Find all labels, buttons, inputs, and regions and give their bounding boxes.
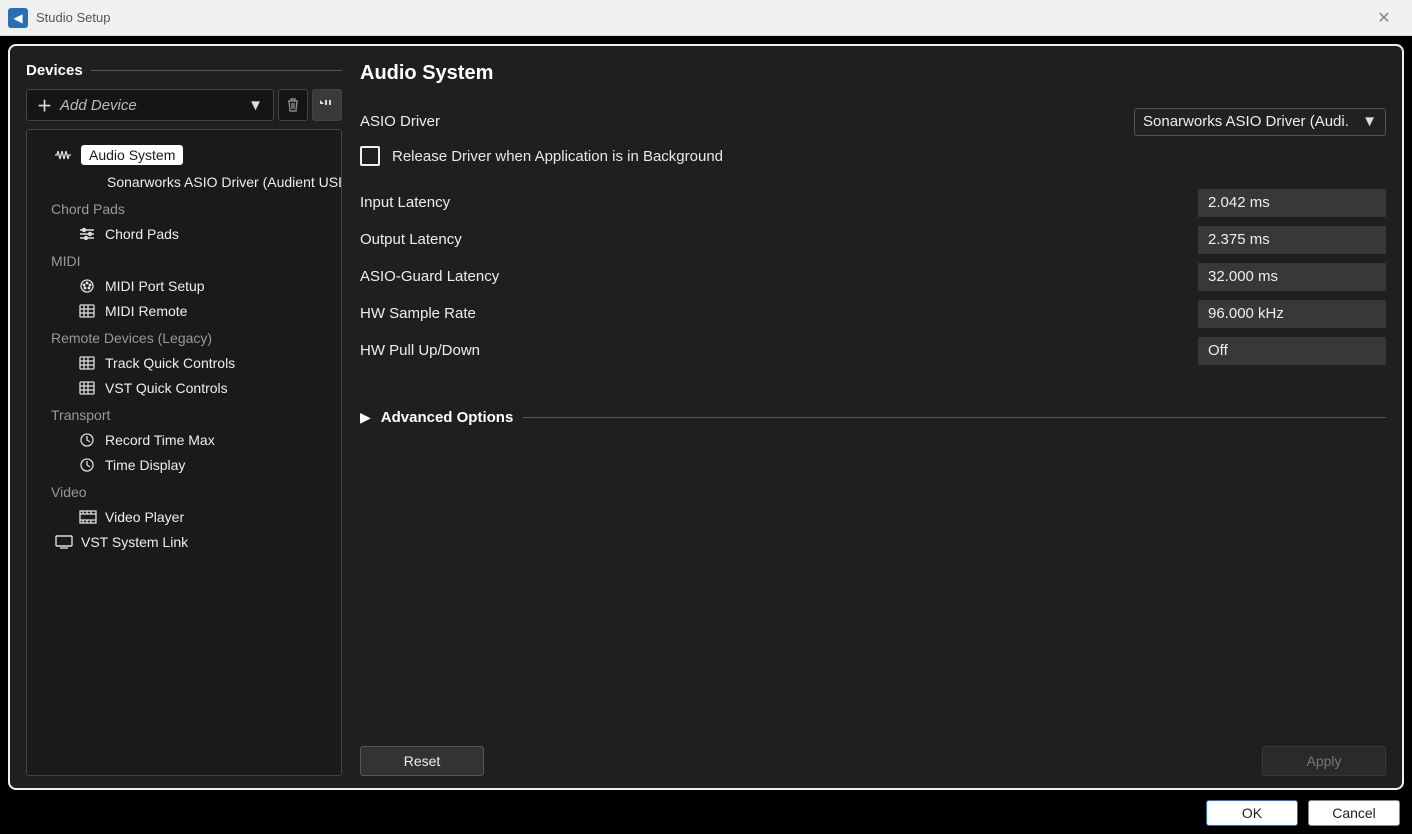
tree-item-midi-remote[interactable]: MIDI Remote — [31, 299, 337, 323]
main-content: Audio System ASIO Driver Sonarworks ASIO… — [360, 62, 1386, 776]
close-button[interactable]: ✕ — [1364, 6, 1404, 30]
pull-label: HW Pull Up/Down — [360, 342, 480, 359]
input-latency-label: Input Latency — [360, 194, 450, 211]
apply-button: Apply — [1262, 746, 1386, 776]
tree-item-label: VST System Link — [81, 534, 188, 550]
sample-rate-value: 96.000 kHz — [1198, 300, 1386, 328]
divider — [91, 70, 342, 71]
grid-icon — [79, 304, 97, 318]
monitor-icon — [55, 535, 73, 549]
sidebar: Devices ＋ Add Device ▼ — [26, 62, 342, 776]
trash-icon — [286, 97, 300, 113]
tree-group-chord-pads: Chord Pads — [27, 195, 341, 221]
midi-port-icon — [79, 278, 97, 294]
tree-item-label: Record Time Max — [105, 432, 215, 448]
sliders-icon — [79, 227, 97, 241]
tree-item-label: Audio System — [81, 145, 183, 165]
tree-item-label: Sonarworks ASIO Driver (Audient USB — [107, 174, 342, 190]
cancel-button[interactable]: Cancel — [1308, 800, 1400, 826]
tree-item-audio-system[interactable]: Audio System — [31, 141, 337, 169]
sample-rate-label: HW Sample Rate — [360, 305, 476, 322]
tree-item-label: Track Quick Controls — [105, 355, 235, 371]
pull-value: Off — [1198, 337, 1386, 365]
delete-button[interactable] — [278, 89, 308, 121]
chevron-down-icon: ▼ — [1362, 113, 1377, 130]
tree-item-label: VST Quick Controls — [105, 380, 228, 396]
film-icon — [79, 510, 97, 524]
grid-icon — [79, 381, 97, 395]
tree-item-label: Chord Pads — [105, 226, 179, 242]
chevron-down-icon: ▼ — [248, 97, 263, 114]
asio-driver-label: ASIO Driver — [360, 113, 440, 130]
add-device-label: Add Device — [60, 97, 137, 114]
tree-item-chord-pads[interactable]: Chord Pads — [31, 222, 337, 246]
reset-button[interactable]: Reset — [360, 746, 484, 776]
tree-item-vst-quick[interactable]: VST Quick Controls — [31, 376, 337, 400]
tree-item-time-display[interactable]: Time Display — [31, 453, 337, 477]
output-latency-value: 2.375 ms — [1198, 226, 1386, 254]
dialog-footer: OK Cancel — [0, 792, 1412, 834]
reset-device-button[interactable] — [312, 89, 342, 121]
tree-group-video: Video — [27, 478, 341, 504]
clock-icon — [79, 432, 97, 448]
app-icon — [8, 8, 28, 28]
divider — [523, 417, 1386, 418]
devices-heading: Devices — [26, 62, 83, 79]
tree-item-record-time[interactable]: Record Time Max — [31, 428, 337, 452]
tree-item-label: MIDI Remote — [105, 303, 187, 319]
release-driver-checkbox[interactable] — [360, 146, 380, 166]
release-driver-label: Release Driver when Application is in Ba… — [392, 148, 723, 165]
tree-group-midi: MIDI — [27, 247, 341, 273]
tree-group-transport: Transport — [27, 401, 341, 427]
grid-icon — [79, 356, 97, 370]
tree-item-label: Time Display — [105, 457, 185, 473]
tree-item-sonarworks[interactable]: Sonarworks ASIO Driver (Audient USB — [31, 170, 337, 194]
asio-driver-select[interactable]: Sonarworks ASIO Driver (Audi. ▼ — [1134, 108, 1386, 136]
triangle-right-icon: ▶ — [360, 409, 371, 426]
ok-button[interactable]: OK — [1206, 800, 1298, 826]
advanced-options-header[interactable]: ▶ Advanced Options — [360, 409, 1386, 426]
plus-icon: ＋ — [37, 95, 52, 116]
tree-item-vst-link[interactable]: VST System Link — [31, 530, 337, 554]
tree-item-midi-port[interactable]: MIDI Port Setup — [31, 274, 337, 298]
tree-item-track-quick[interactable]: Track Quick Controls — [31, 351, 337, 375]
asio-guard-value: 32.000 ms — [1198, 263, 1386, 291]
advanced-options-label: Advanced Options — [381, 409, 514, 426]
asio-guard-label: ASIO-Guard Latency — [360, 268, 499, 285]
clock-icon — [79, 457, 97, 473]
tree-item-video-player[interactable]: Video Player — [31, 505, 337, 529]
device-tree: Audio System Sonarworks ASIO Driver (Aud… — [26, 129, 342, 776]
asio-driver-value: Sonarworks ASIO Driver (Audi. — [1143, 113, 1356, 130]
tree-item-label: Video Player — [105, 509, 184, 525]
input-latency-value: 2.042 ms — [1198, 189, 1386, 217]
reset-icon — [319, 98, 335, 112]
titlebar: Studio Setup ✕ — [0, 0, 1412, 36]
waveform-icon — [55, 149, 73, 161]
tree-item-label: MIDI Port Setup — [105, 278, 205, 294]
window-title: Studio Setup — [36, 10, 110, 25]
tree-group-remote: Remote Devices (Legacy) — [27, 324, 341, 350]
page-title: Audio System — [360, 62, 1386, 85]
add-device-dropdown[interactable]: ＋ Add Device ▼ — [26, 89, 274, 121]
output-latency-label: Output Latency — [360, 231, 462, 248]
